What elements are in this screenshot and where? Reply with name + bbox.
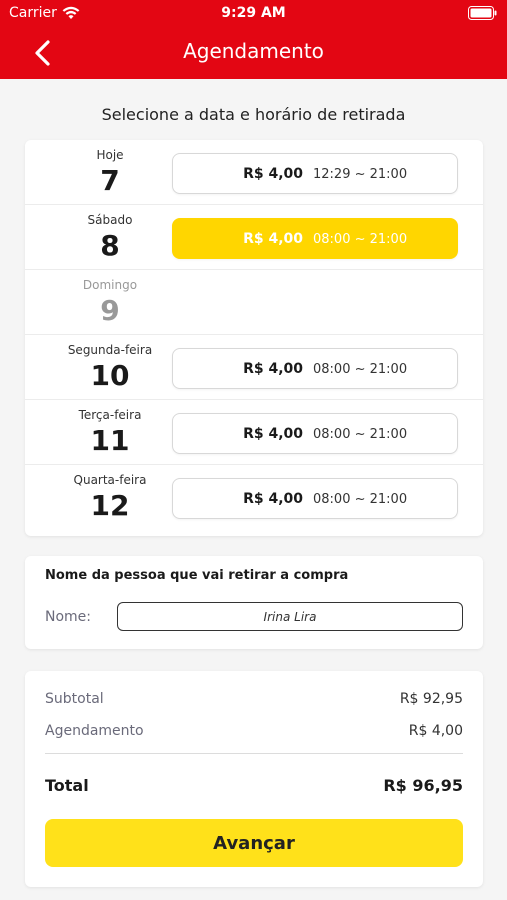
date-selection-card: Hoje 7 R$ 4,00 12:29 ~ 21:00 Sábado 8 R$…	[25, 140, 483, 536]
weekday-label: Segunda-feira	[67, 343, 153, 357]
advance-button[interactable]: Avançar	[45, 819, 463, 867]
day-number: 11	[90, 424, 130, 457]
day-number: 8	[100, 229, 120, 262]
slot-price: R$ 4,00	[243, 361, 303, 377]
slot-price: R$ 4,00	[243, 426, 303, 442]
status-bar: Carrier 9:29 AM	[0, 0, 507, 28]
date-row-wednesday: Quarta-feira 12 R$ 4,00 08:00 ~ 21:00	[25, 465, 483, 530]
day-number: 9	[100, 294, 120, 327]
weekday-label: Terça-feira	[78, 408, 142, 422]
slot-price: R$ 4,00	[243, 231, 303, 247]
time-slot-button[interactable]: R$ 4,00 08:00 ~ 21:00	[172, 413, 458, 454]
order-summary-card: Subtotal R$ 92,95 Agendamento R$ 4,00 To…	[25, 671, 483, 887]
time-slot-button-selected[interactable]: R$ 4,00 08:00 ~ 21:00	[172, 218, 458, 259]
name-label: Nome:	[45, 609, 92, 625]
slot-price: R$ 4,00	[243, 166, 303, 182]
slot-hours: 08:00 ~ 21:00	[313, 232, 408, 247]
time-slot-button[interactable]: R$ 4,00 08:00 ~ 21:00	[172, 478, 458, 519]
time-slot-button[interactable]: R$ 4,00 08:00 ~ 21:00	[172, 348, 458, 389]
date-row-sunday: Domingo 9	[25, 270, 483, 335]
slot-hours: 12:29 ~ 21:00	[313, 167, 408, 182]
weekday-label: Sábado	[87, 213, 133, 227]
scheduling-value: R$ 4,00	[408, 723, 463, 739]
pickup-person-card: Nome da pessoa que vai retirar a compra …	[25, 556, 483, 649]
weekday-label: Domingo	[82, 278, 138, 292]
slot-hours: 08:00 ~ 21:00	[313, 427, 408, 442]
date-row-today: Hoje 7 R$ 4,00 12:29 ~ 21:00	[25, 140, 483, 205]
app-header: Carrier 9:29 AM Agendamento	[0, 0, 507, 79]
total-value: R$ 96,95	[383, 776, 463, 795]
page-title: Agendamento	[183, 39, 324, 63]
nav-bar: Agendamento	[0, 28, 507, 79]
subtotal-label: Subtotal	[45, 691, 104, 707]
pickup-title: Nome da pessoa que vai retirar a compra	[45, 568, 349, 583]
battery-icon	[468, 6, 497, 20]
day-number: 12	[90, 489, 130, 522]
scheduling-label: Agendamento	[45, 723, 144, 739]
name-input[interactable]	[117, 602, 463, 631]
divider	[45, 753, 463, 754]
slot-price: R$ 4,00	[243, 491, 303, 507]
date-row-tuesday: Terça-feira 11 R$ 4,00 08:00 ~ 21:00	[25, 400, 483, 465]
day-number: 10	[90, 359, 130, 392]
section-heading: Selecione a data e horário de retirada	[101, 105, 406, 124]
date-row-monday: Segunda-feira 10 R$ 4,00 08:00 ~ 21:00	[25, 335, 483, 400]
slot-hours: 08:00 ~ 21:00	[313, 362, 408, 377]
date-row-saturday: Sábado 8 R$ 4,00 08:00 ~ 21:00	[25, 205, 483, 270]
total-label: Total	[45, 776, 89, 795]
status-time: 9:29 AM	[221, 5, 286, 21]
day-number: 7	[100, 164, 120, 197]
time-slot-button[interactable]: R$ 4,00 12:29 ~ 21:00	[172, 153, 458, 194]
subtotal-value: R$ 92,95	[399, 691, 463, 707]
weekday-label: Hoje	[96, 148, 124, 162]
slot-hours: 08:00 ~ 21:00	[313, 492, 408, 507]
weekday-label: Quarta-feira	[73, 473, 147, 487]
